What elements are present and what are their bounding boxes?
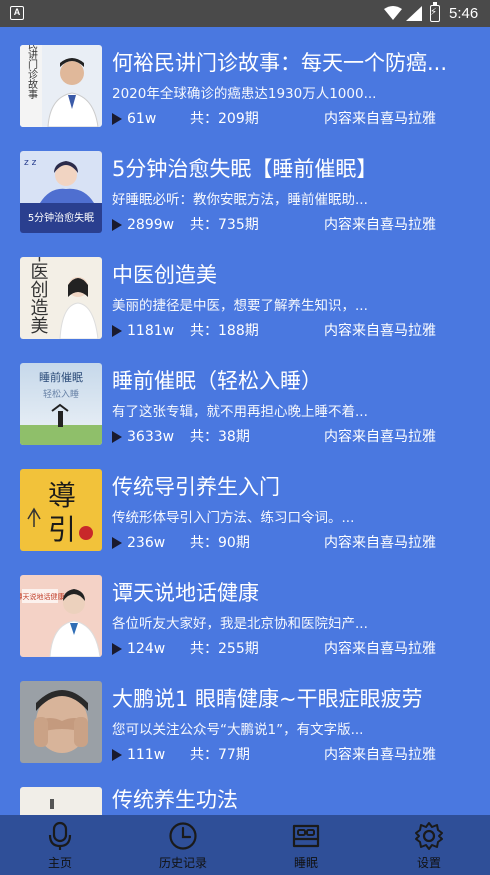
svg-text:轻松入睡: 轻松入睡 — [43, 388, 79, 400]
list-item[interactable]: 谭天说地话健康 谭天说地话健康 各位听友大家好，我是北京协和医院妇产... 12… — [0, 557, 490, 663]
content-source: 内容来自喜马拉雅 — [324, 747, 436, 763]
play-count: 61w — [127, 111, 157, 127]
play-icon — [112, 431, 122, 443]
album-description: 2020年全球确诊的癌患达1930万人1000... — [112, 86, 377, 102]
cover-text: 導 — [48, 479, 76, 512]
album-cover — [20, 681, 102, 763]
episode-count: 共：209期 — [190, 111, 259, 127]
album-title: 何裕民讲门诊故事：每天一个防癌... — [112, 51, 448, 75]
album-description: 有了这张专辑，就不用再担心晚上睡不着... — [112, 404, 368, 420]
play-icon — [112, 113, 122, 125]
list-item[interactable]: z z 5分钟治愈失眠 5分钟治愈失眠【睡前催眠】 好睡眠必听：教你安眠方法，睡… — [0, 133, 490, 239]
album-cover: 睡前催眠 轻松入睡 — [20, 363, 102, 445]
album-title: 睡前催眠（轻松入睡） — [112, 369, 322, 393]
episode-count: 共：735期 — [190, 217, 259, 233]
album-meta: 124w 共：255期 内容来自喜马拉雅 — [112, 639, 462, 659]
tab-history[interactable]: 历史记录 — [123, 815, 243, 875]
album-cover: 谭天说地话健康 — [20, 575, 102, 657]
list-item[interactable]: 传统养生功法 — [0, 769, 490, 815]
tab-home[interactable]: 主页 — [0, 815, 120, 875]
play-icon — [112, 537, 122, 549]
play-count: 2899w — [127, 217, 175, 233]
album-description: 传统形体导引入门方法、练习口令词。... — [112, 510, 355, 526]
play-count: 1181w — [127, 323, 175, 339]
album-title: 谭天说地话健康 — [112, 581, 259, 605]
album-title: 大鹏说1 眼睛健康~干眼症眼疲劳 — [112, 687, 423, 711]
content-source: 内容来自喜马拉雅 — [324, 217, 436, 233]
album-meta: 236w 共：90期 内容来自喜马拉雅 — [112, 533, 462, 553]
list-item[interactable]: 睡前催眠 轻松入睡 睡前催眠（轻松入睡） 有了这张专辑，就不用再担心晚上睡不着.… — [0, 345, 490, 451]
list-item[interactable]: 何裕民讲门诊故事 何裕民讲门诊故事：每天一个防癌... 2020年全球确诊的癌患… — [0, 27, 490, 133]
gear-icon — [413, 820, 445, 852]
content-source: 内容来自喜马拉雅 — [324, 323, 436, 339]
tab-label: 历史记录 — [158, 856, 207, 870]
tab-label: 设置 — [416, 856, 441, 870]
status-time: 5:46 — [449, 5, 479, 22]
content-source: 内容来自喜马拉雅 — [324, 429, 436, 445]
content-source: 内容来自喜马拉雅 — [324, 535, 436, 551]
tab-label: 睡眠 — [293, 856, 318, 870]
cover-text: 谭天说地话健康 — [20, 592, 65, 601]
content-source: 内容来自喜马拉雅 — [324, 641, 436, 657]
album-cover: 導 引 — [20, 469, 102, 551]
status-bar: A 5:46 — [0, 0, 490, 27]
album-cover: z z 5分钟治愈失眠 — [20, 151, 102, 233]
episode-count: 共：77期 — [190, 747, 250, 763]
cover-text: 睡前催眠 — [39, 370, 83, 384]
album-description: 各位听友大家好，我是北京协和医院妇产... — [112, 616, 368, 632]
album-cover — [20, 787, 102, 815]
bed-icon — [290, 820, 322, 852]
play-count: 124w — [127, 641, 166, 657]
cover-text: 5分钟治愈失眠 — [28, 211, 94, 224]
album-meta: 3633w 共：38期 内容来自喜马拉雅 — [112, 427, 462, 447]
tab-sleep[interactable]: 睡眠 — [246, 815, 366, 875]
app-notification-icon: A — [10, 6, 24, 20]
content-source: 内容来自喜马拉雅 — [324, 111, 436, 127]
svg-text:引: 引 — [48, 513, 76, 546]
play-count: 111w — [127, 747, 166, 763]
album-cover: 何裕民讲门诊故事 — [20, 45, 102, 127]
album-title: 传统养生功法 — [112, 788, 238, 812]
play-icon — [112, 325, 122, 337]
clock-icon — [167, 820, 199, 852]
episode-count: 共：188期 — [190, 323, 259, 339]
album-cover: 中医创造美 — [20, 257, 102, 339]
episode-count: 共：255期 — [190, 641, 259, 657]
album-title: 中医创造美 — [112, 263, 217, 287]
tab-label: 主页 — [47, 856, 72, 870]
album-meta: 1181w 共：188期 内容来自喜马拉雅 — [112, 321, 462, 341]
list-item[interactable]: 中医创造美 中医创造美 美丽的捷径是中医，想要了解养生知识，... 1181w … — [0, 239, 490, 345]
svg-text:z z: z z — [24, 158, 37, 168]
album-title: 传统导引养生入门 — [112, 475, 280, 499]
album-meta: 61w 共：209期 内容来自喜马拉雅 — [112, 109, 462, 129]
signal-icon — [406, 6, 422, 21]
list-item[interactable]: 導 引 传统导引养生入门 传统形体导引入门方法、练习口令词。... 236w 共… — [0, 451, 490, 557]
album-title: 5分钟治愈失眠【睡前催眠】 — [112, 157, 378, 181]
play-icon — [112, 749, 122, 761]
album-description: 美丽的捷径是中医，想要了解养生知识，... — [112, 298, 368, 314]
play-count: 236w — [127, 535, 166, 551]
bottom-tab-bar: 主页 历史记录 睡眠 设置 — [0, 815, 490, 875]
microphone-icon — [44, 820, 76, 852]
episode-count: 共：38期 — [190, 429, 250, 445]
tab-settings[interactable]: 设置 — [369, 815, 489, 875]
album-meta: 111w 共：77期 内容来自喜马拉雅 — [112, 745, 462, 765]
list-item[interactable]: 大鹏说1 眼睛健康~干眼症眼疲劳 您可以关注公众号“大鹏说1”，有文字版... … — [0, 663, 490, 769]
album-list[interactable]: 何裕民讲门诊故事 何裕民讲门诊故事：每天一个防癌... 2020年全球确诊的癌患… — [0, 27, 490, 815]
album-description: 您可以关注公众号“大鹏说1”，有文字版... — [112, 722, 364, 738]
battery-icon — [430, 2, 440, 22]
play-icon — [112, 219, 122, 231]
album-description: 好睡眠必听：教你安眠方法，睡前催眠助... — [112, 192, 368, 208]
cover-text: 何裕民讲门诊故事 — [26, 45, 38, 99]
album-meta: 2899w 共：735期 内容来自喜马拉雅 — [112, 215, 462, 235]
play-count: 3633w — [127, 429, 175, 445]
episode-count: 共：90期 — [190, 535, 250, 551]
play-icon — [112, 643, 122, 655]
cover-text: 中医创造美 — [28, 257, 49, 334]
wifi-icon — [384, 6, 402, 20]
